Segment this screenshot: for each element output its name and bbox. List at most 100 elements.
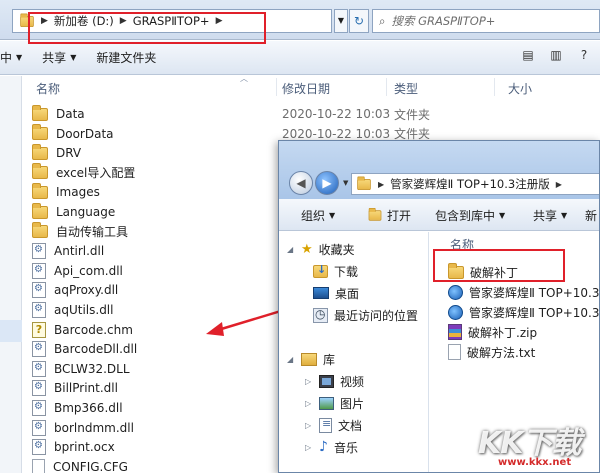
- file-row[interactable]: Data 2020-10-22 10:03 文件夹: [32, 104, 430, 124]
- nav-videos[interactable]: ▷ 视频: [305, 370, 364, 392]
- file-type: 文件夹: [394, 107, 431, 122]
- file-row[interactable]: Bmp366.dll: [32, 398, 123, 418]
- file-row[interactable]: 管家婆辉煌Ⅱ TOP+10.3: [448, 282, 600, 302]
- file-name: Data: [56, 107, 85, 121]
- nav-libraries[interactable]: ◢ 库: [287, 348, 335, 370]
- nav-documents[interactable]: ▷ 文档: [305, 414, 362, 436]
- view-controls: ▤ ▥ ?: [518, 48, 594, 66]
- file-row[interactable]: BarcodeDll.dll: [32, 339, 137, 359]
- file-name: CONFIG.CFG: [53, 459, 128, 473]
- collapsed-triangle-icon[interactable]: ▷: [305, 421, 313, 430]
- new-folder-label: 新: [585, 209, 598, 223]
- view-options-icon[interactable]: ▤: [518, 48, 538, 66]
- file-row[interactable]: DRV: [32, 143, 81, 163]
- file-row[interactable]: Language: [32, 202, 115, 222]
- open-button[interactable]: 打开: [367, 207, 411, 224]
- folder-icon: [32, 143, 48, 160]
- include-in-library-button[interactable]: 包含到库中 ▼: [435, 207, 505, 224]
- file-row[interactable]: DoorData 2020-10-22 10:03 文件夹: [32, 124, 430, 144]
- column-name-header[interactable]: 名称: [36, 80, 60, 97]
- refresh-icon[interactable]: ↻: [349, 9, 369, 33]
- column-divider[interactable]: [386, 78, 387, 96]
- column-divider[interactable]: [494, 78, 495, 96]
- file-row[interactable]: aqProxy.dll: [32, 280, 118, 300]
- file-name: aqUtils.dll: [54, 303, 114, 317]
- new-folder-button[interactable]: 新建文件夹: [86, 49, 166, 66]
- nav-favorites[interactable]: ◢ ★ 收藏夹: [287, 238, 355, 260]
- file-name: 自动传输工具: [56, 225, 129, 240]
- file-name: Barcode.chm: [54, 322, 133, 337]
- navigation-pane-edge[interactable]: [0, 76, 22, 473]
- file-row[interactable]: ? Barcode.chm: [32, 320, 133, 340]
- nav-videos-label: 视频: [340, 374, 365, 389]
- nav-downloads[interactable]: 下载: [313, 260, 358, 282]
- file-row[interactable]: borlndmm.dll: [32, 418, 134, 438]
- file-row[interactable]: aqUtils.dll: [32, 300, 113, 320]
- chevron-down-icon: ▼: [329, 211, 336, 220]
- toolbar-cut-item[interactable]: 中 ▼: [0, 49, 32, 66]
- nav-pictures[interactable]: ▷ 图片: [305, 392, 364, 414]
- search-input[interactable]: ⌕ 搜索 GRASPⅡTOP+: [372, 9, 600, 33]
- dll-file-icon: [32, 400, 46, 416]
- nav-downloads-label: 下载: [334, 264, 359, 279]
- documents-icon: [319, 417, 332, 433]
- file-row[interactable]: Api_com.dll: [32, 261, 123, 281]
- file-modified-date: 2020-10-22 10:03: [282, 107, 391, 121]
- file-row[interactable]: CONFIG.CFG: [32, 457, 128, 473]
- file-name: 管家婆辉煌Ⅱ TOP+10.3: [469, 285, 600, 300]
- file-row[interactable]: BillPrint.dll: [32, 378, 118, 398]
- file-row[interactable]: 破解补丁.zip: [448, 322, 537, 342]
- file-row[interactable]: Antirl.dll: [32, 241, 104, 261]
- folder-icon: [32, 124, 48, 141]
- file-row[interactable]: Images: [32, 182, 100, 202]
- column-divider[interactable]: [276, 78, 277, 96]
- app-icon: [448, 304, 463, 320]
- recent-pages-dropdown-icon[interactable]: ▼: [343, 179, 348, 187]
- nav-recent-places-label: 最近访问的位置: [334, 308, 419, 323]
- preview-pane-icon[interactable]: ▥: [546, 48, 566, 66]
- new-folder-button[interactable]: 新: [585, 207, 597, 224]
- file-row[interactable]: 破解方法.txt: [448, 342, 535, 362]
- file-row[interactable]: 自动传输工具: [32, 222, 128, 242]
- expand-triangle-icon[interactable]: ◢: [287, 245, 295, 254]
- file-row[interactable]: BCLW32.DLL: [32, 359, 130, 379]
- column-date-header[interactable]: 修改日期: [282, 80, 330, 97]
- dll-file-icon: [32, 380, 46, 397]
- selected-nav-item[interactable]: [0, 320, 22, 342]
- dll-file-icon: [32, 419, 46, 436]
- front-address-bar[interactable]: ▶ 管家婆辉煌Ⅱ TOP+10.3注册版 ▶: [351, 173, 599, 195]
- search-icon: ⌕: [379, 13, 386, 28]
- collapsed-triangle-icon[interactable]: ▷: [305, 399, 313, 408]
- share-button[interactable]: 共享 ▼: [533, 207, 567, 224]
- back-button[interactable]: ◀: [289, 171, 313, 195]
- file-name: BarcodeDll.dll: [54, 342, 138, 357]
- collapsed-triangle-icon[interactable]: ▷: [305, 443, 313, 452]
- share-button[interactable]: 共享 ▼: [32, 49, 86, 66]
- column-type-header[interactable]: 类型: [394, 80, 418, 97]
- file-name: BillPrint.dll: [54, 381, 118, 396]
- file-name: Api_com.dll: [54, 263, 123, 278]
- collapsed-triangle-icon[interactable]: ▷: [305, 377, 313, 386]
- nav-music[interactable]: ▷ ♪ 音乐: [305, 436, 358, 458]
- organize-button[interactable]: 组织 ▼: [301, 207, 335, 224]
- address-history-dropdown-icon[interactable]: ▼: [334, 9, 348, 33]
- music-icon: ♪: [319, 439, 328, 455]
- nav-desktop[interactable]: 桌面: [313, 282, 359, 304]
- forward-button[interactable]: ▶: [315, 171, 339, 195]
- nav-pictures-label: 图片: [340, 396, 365, 411]
- file-row[interactable]: excel导入配置: [32, 163, 135, 183]
- nav-recent-places[interactable]: 最近访问的位置: [313, 304, 418, 326]
- pictures-icon: [319, 396, 334, 410]
- column-header-row: 名称 修改日期 类型 大小: [24, 76, 600, 98]
- search-placeholder: 搜索 GRASPⅡTOP+: [391, 14, 496, 28]
- folder-icon: [32, 202, 48, 219]
- file-row[interactable]: 管家婆辉煌Ⅱ TOP+10.3注: [448, 302, 599, 322]
- column-size-header[interactable]: 大小: [508, 80, 532, 97]
- file-name: 破解补丁.zip: [468, 325, 538, 340]
- file-name: DRV: [56, 146, 82, 161]
- zip-archive-icon: [448, 324, 462, 340]
- breadcrumb-folder[interactable]: 管家婆辉煌Ⅱ TOP+10.3注册版: [390, 176, 550, 192]
- file-row[interactable]: bprint.ocx: [32, 437, 115, 457]
- expand-triangle-icon[interactable]: ◢: [287, 355, 295, 364]
- help-icon[interactable]: ?: [574, 48, 594, 66]
